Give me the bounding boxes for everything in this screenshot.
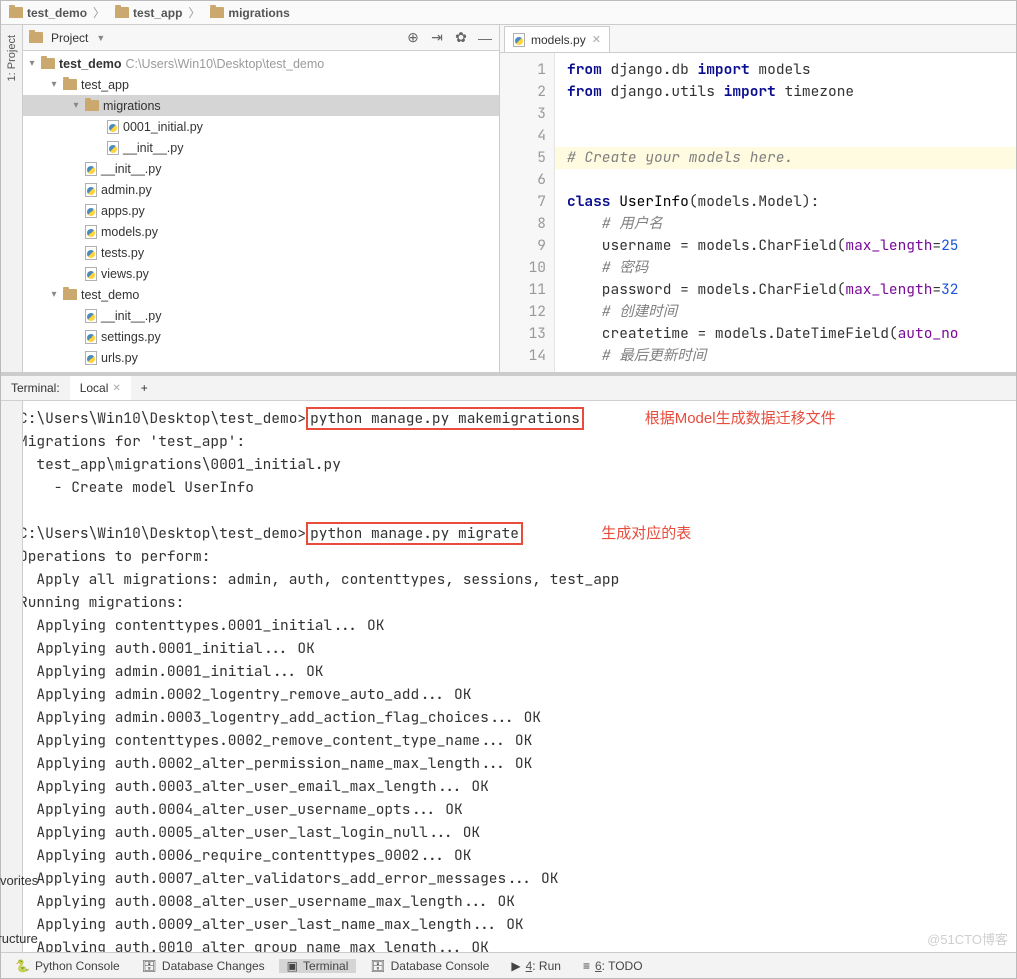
statusbar-item[interactable]: ▶4: Run	[503, 959, 569, 973]
collapse-icon[interactable]: ⇥	[429, 30, 445, 46]
terminal-tabs: Terminal: Local✕ +	[1, 376, 1016, 401]
code-area[interactable]: 1234567891011121314 from django.db impor…	[500, 53, 1016, 372]
watermark: @51CTO博客	[927, 929, 1008, 948]
tab-models-py[interactable]: models.py ✕	[504, 26, 610, 52]
close-icon[interactable]: ✕	[592, 33, 601, 46]
terminal-tab-local[interactable]: Local✕	[70, 376, 131, 400]
tree-item[interactable]: __init__.py	[23, 158, 499, 179]
tree-item[interactable]: __init__.py	[23, 305, 499, 326]
statusbar-item[interactable]: 🐍Python Console	[7, 959, 128, 973]
breadcrumb-item[interactable]: test_app〉	[111, 4, 206, 21]
chevron-down-icon[interactable]: ▼	[96, 33, 105, 43]
editor-tabs: models.py ✕	[500, 25, 1016, 53]
editor-panel: models.py ✕ 1234567891011121314 from dja…	[500, 25, 1016, 372]
tree-item[interactable]: admin.py	[23, 179, 499, 200]
project-toolbar: Project ▼ ⊕ ⇥ ✿ —	[23, 25, 499, 51]
python-file-icon	[85, 183, 97, 197]
folder-icon	[115, 7, 129, 18]
line-gutter: 1234567891011121314	[500, 53, 555, 372]
breadcrumb-item[interactable]: migrations	[206, 6, 293, 20]
terminal-add-tab[interactable]: +	[131, 376, 158, 400]
python-file-icon	[85, 246, 97, 260]
snake-icon: 🐍	[15, 959, 30, 973]
project-panel: Project ▼ ⊕ ⇥ ✿ — ▾test_demo C:\Users\Wi…	[23, 25, 500, 372]
tree-item[interactable]: settings.py	[23, 326, 499, 347]
db-icon: 🗄	[370, 959, 385, 973]
todo-icon: ≡	[583, 959, 590, 973]
tree-root[interactable]: ▾test_demo C:\Users\Win10\Desktop\test_d…	[23, 53, 499, 74]
python-file-icon	[85, 351, 97, 365]
python-file-icon	[85, 309, 97, 323]
breadcrumb-bar: test_demo〉test_app〉migrations	[1, 1, 1016, 25]
folder-icon	[63, 289, 77, 300]
python-file-icon	[513, 33, 525, 47]
folder-icon	[9, 7, 23, 18]
tree-item[interactable]: ▾migrations	[23, 95, 499, 116]
folder-icon	[85, 100, 99, 111]
side-tab-structure[interactable]: 7: Structure	[0, 916, 38, 946]
terminal-body[interactable]: C:\Users\Win10\Desktop\test_demo>python …	[1, 401, 1016, 952]
python-file-icon	[85, 372, 97, 373]
db-icon: 🗄	[142, 959, 157, 973]
tree-item[interactable]: apps.py	[23, 200, 499, 221]
left-bottom-gutter: 2: Favorites ★ 7: Structure	[1, 401, 23, 952]
locate-icon[interactable]: ⊕	[405, 30, 421, 46]
folder-icon	[210, 7, 224, 18]
tree-item[interactable]: views.py	[23, 263, 499, 284]
statusbar-item[interactable]: 🗄Database Changes	[134, 959, 273, 973]
gear-icon[interactable]: ✿	[453, 30, 469, 46]
statusbar-item[interactable]: ▣Terminal	[279, 959, 357, 973]
status-bar: 🐍Python Console 🗄Database Changes ▣Termina…	[1, 952, 1016, 978]
left-tool-gutter: 1: Project	[1, 25, 23, 372]
statusbar-item[interactable]: 🗄Database Console	[362, 959, 497, 973]
tab-label: models.py	[531, 33, 586, 47]
side-tab-favorites[interactable]: 2: Favorites ★	[0, 858, 38, 904]
project-dropdown[interactable]: Project	[51, 31, 88, 45]
python-file-icon	[107, 120, 119, 134]
terminal-panel: Terminal: Local✕ + C:\Users\Win10\Deskto…	[1, 372, 1016, 952]
code-content[interactable]: from django.db import models from django…	[555, 53, 1016, 372]
statusbar-item[interactable]: ≡6: TODO	[575, 959, 651, 973]
tree-item[interactable]: urls.py	[23, 347, 499, 368]
term-icon: ▣	[287, 959, 298, 973]
close-icon[interactable]: ✕	[112, 383, 120, 394]
tree-item[interactable]: ▾test_app	[23, 74, 499, 95]
python-file-icon	[85, 204, 97, 218]
python-file-icon	[85, 225, 97, 239]
tree-item[interactable]: ▾test_demo	[23, 284, 499, 305]
python-file-icon	[85, 330, 97, 344]
tree-item[interactable]: models.py	[23, 221, 499, 242]
terminal-label: Terminal:	[1, 376, 70, 400]
tree-item[interactable]: tests.py	[23, 242, 499, 263]
tree-item[interactable]: 0001_initial.py	[23, 116, 499, 137]
side-tab-project[interactable]: 1: Project	[6, 31, 18, 85]
tree-item[interactable]: __init__.py	[23, 137, 499, 158]
project-tree[interactable]: ▾test_demo C:\Users\Win10\Desktop\test_d…	[23, 51, 499, 372]
run-icon: ▶	[511, 959, 520, 973]
folder-icon	[29, 32, 43, 43]
folder-icon	[63, 79, 77, 90]
breadcrumb-item[interactable]: test_demo〉	[5, 4, 111, 21]
python-file-icon	[85, 267, 97, 281]
hide-icon[interactable]: —	[477, 30, 493, 46]
python-file-icon	[107, 141, 119, 155]
python-file-icon	[85, 162, 97, 176]
